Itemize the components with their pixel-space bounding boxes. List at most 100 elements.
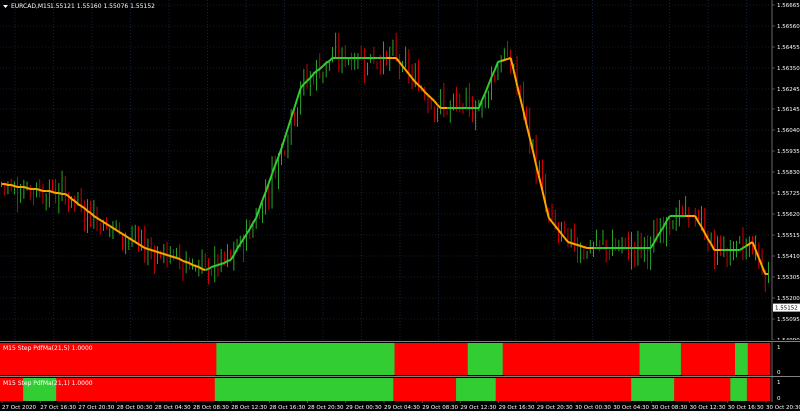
indicator-segment-up <box>730 378 748 401</box>
step-ma-segment <box>519 97 525 112</box>
step-ma-segment <box>141 245 146 249</box>
indicator-label: M15 Step PdfMa(21,1) 1.0000 <box>3 380 93 387</box>
dropdown-triangle-icon[interactable] <box>3 5 8 8</box>
price-tick-label: 1.55620 <box>777 212 800 218</box>
indicator-axis-top: 1 <box>777 380 781 386</box>
step-ma-segment <box>204 268 209 271</box>
step-ma-segment <box>497 60 502 63</box>
time-tick-label: 28 Oct 20:30 <box>308 405 344 411</box>
step-ma-segment <box>36 188 41 191</box>
step-ma-segment <box>707 238 712 245</box>
step-ma-segment <box>173 256 177 259</box>
step-ma-segment <box>245 228 251 235</box>
step-ma-segment <box>541 190 547 206</box>
step-ma-segment <box>58 192 63 195</box>
step-ma-segment <box>67 195 73 200</box>
step-ma-segment <box>14 185 18 188</box>
step-ma-segment <box>96 217 101 221</box>
step-ma-segment <box>227 259 231 262</box>
price-tick-label: 1.55830 <box>777 170 800 176</box>
indicator-segment-down <box>680 343 736 375</box>
step-ma-segment <box>557 229 563 235</box>
step-ma-segment <box>77 203 82 207</box>
step-ma-segment <box>535 164 541 179</box>
step-ma-segment <box>398 61 404 67</box>
step-ma-segment <box>649 242 655 249</box>
price-chart[interactable]: 1.56665 1.56560 1.56455 1.56350 1.56245 1.561… <box>0 0 800 340</box>
step-ma-segment <box>522 110 528 126</box>
price-chart-canvas[interactable]: 1.56665 1.56560 1.56455 1.56350 1.56245 1.561… <box>0 0 800 340</box>
step-ma-segment <box>131 239 136 243</box>
step-ma-segment <box>710 243 716 251</box>
chart-header: EURCAD,M15 1.55121 1.55160 1.55076 1.5515… <box>3 3 155 10</box>
step-ma-segment <box>420 87 426 93</box>
step-ma-segment <box>214 264 219 267</box>
step-ma-segment <box>659 226 665 233</box>
step-ma-segment <box>761 265 767 275</box>
indicator-segment-down <box>393 378 457 401</box>
step-ma-segment <box>754 249 760 259</box>
step-ma-segment <box>236 243 242 250</box>
price-tick-label: 1.56560 <box>777 24 800 30</box>
step-ma-segment <box>160 252 165 255</box>
step-ma-segment <box>551 221 557 227</box>
step-ma-segment <box>137 243 143 247</box>
step-ma-segment <box>742 245 747 249</box>
step-ma-segment <box>316 68 321 72</box>
step-ma-segment <box>577 244 581 247</box>
step-ma-segment <box>665 215 671 222</box>
step-ma-segment <box>293 97 299 109</box>
step-ma-segment <box>71 198 76 202</box>
time-tick-label: 30 Oct 00:30 <box>575 405 611 411</box>
step-ma-segment <box>118 231 124 235</box>
indicator-segment-up <box>735 343 749 375</box>
step-ma-segment <box>128 237 133 241</box>
step-ma-segment <box>436 104 442 109</box>
step-ma-segment <box>267 173 273 184</box>
step-ma-segment <box>125 235 130 239</box>
step-ma-segment <box>39 189 44 192</box>
step-ma-segment <box>512 70 519 86</box>
price-tick-label: 1.55515 <box>777 233 800 239</box>
step-ma-segment <box>182 260 187 263</box>
time-tick-label: 29 Oct 16:30 <box>499 405 535 411</box>
indicator-1-canvas[interactable]: M15 Step PdfMa(21,5) 1.0000 10 <box>0 342 800 376</box>
step-ma-segment <box>433 100 439 106</box>
indicator-pane-2[interactable]: M15 Step PdfMa(21,1) 1.0000 1 0 <box>0 376 800 402</box>
indicator-segment-down <box>394 343 469 375</box>
step-ma-segment <box>424 91 429 96</box>
step-ma-segment <box>414 81 420 86</box>
step-ma-segment <box>703 232 709 240</box>
step-ma-segment <box>277 147 283 158</box>
step-ma-segment <box>195 265 200 268</box>
step-ma-segment <box>411 77 417 83</box>
indicator-pane-1[interactable]: M15 Step PdfMa(21,5) 1.0000 1 0 <box>0 341 800 376</box>
indicator-histogram <box>0 343 771 375</box>
step-ma-segment <box>299 83 305 89</box>
price-tick-label: 1.55305 <box>777 275 800 281</box>
step-ma-segment <box>739 247 744 251</box>
price-tick-label: 1.56350 <box>777 66 800 72</box>
step-ma-segment <box>306 77 311 82</box>
step-ma-segment <box>700 226 706 234</box>
step-ma-line <box>1 57 769 275</box>
step-ma-segment <box>248 222 254 230</box>
step-ma-segment <box>509 57 515 72</box>
time-tick-label: 28 Oct 12:30 <box>231 405 267 411</box>
step-ma-segment <box>83 207 89 212</box>
time-tick-label: 30 Oct 04:30 <box>613 405 649 411</box>
step-ma-segment <box>258 199 264 210</box>
step-ma-segment <box>525 124 531 139</box>
step-ma-segment <box>80 205 85 209</box>
indicator-2-canvas[interactable]: M15 Step PdfMa(21,1) 1.0000 10 <box>0 377 800 402</box>
step-ma-segment <box>93 215 98 219</box>
step-ma-segment <box>516 84 522 99</box>
step-ma-segment <box>404 69 410 75</box>
step-ma-segment <box>4 183 9 186</box>
time-tick-label: 29 Oct 12:30 <box>460 405 496 411</box>
step-ma-segment <box>401 65 407 71</box>
indicator-segment-down <box>495 378 632 401</box>
step-ma-segment <box>223 260 229 264</box>
time-tick-label: 27 Oct 20:30 <box>78 405 114 411</box>
time-axis: 27 Oct 2020 27 Oct 16:30 27 Oct 20:30 28 Oc… <box>0 401 800 411</box>
